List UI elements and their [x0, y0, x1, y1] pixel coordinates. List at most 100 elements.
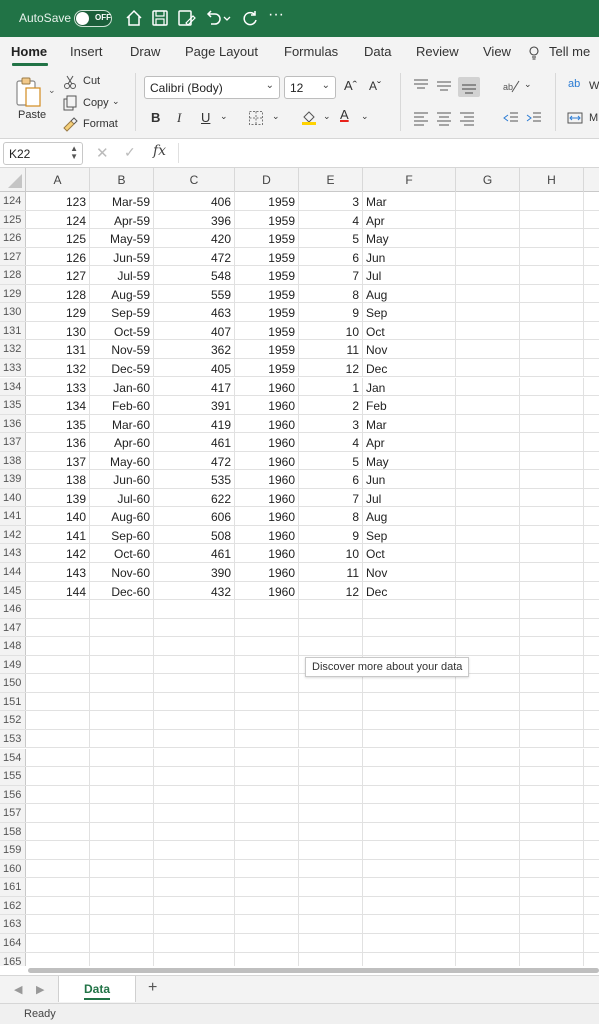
row-header[interactable]: 136	[0, 414, 26, 433]
cell-e[interactable]: 4	[299, 210, 363, 229]
cell-c[interactable]: 622	[154, 488, 235, 507]
cell-d[interactable]	[235, 600, 299, 618]
cell-a[interactable]: 124	[26, 210, 90, 229]
copy-button[interactable]: Copy	[83, 97, 109, 109]
cell-f[interactable]: Sep	[363, 303, 456, 321]
font-color-dropdown-icon[interactable]: ⌄	[361, 111, 369, 122]
merge-center-label[interactable]: M	[589, 112, 598, 124]
copy-icon[interactable]	[62, 95, 78, 111]
cell-c[interactable]	[154, 841, 235, 859]
row-header[interactable]: 130	[0, 303, 26, 321]
cell-i[interactable]	[584, 563, 599, 581]
cell-g[interactable]	[456, 748, 520, 767]
cell-a[interactable]: 140	[26, 507, 90, 525]
row-header[interactable]: 143	[0, 544, 26, 562]
cell-c[interactable]: 419	[154, 414, 235, 433]
cell-a[interactable]	[26, 822, 90, 841]
cell-h[interactable]	[520, 674, 584, 692]
cancel-icon[interactable]: ✕	[96, 144, 109, 162]
cell-a[interactable]	[26, 729, 90, 748]
cell-a[interactable]: 130	[26, 321, 90, 340]
cell-c[interactable]	[154, 952, 235, 966]
cell-f[interactable]	[363, 804, 456, 822]
cell-c[interactable]	[154, 600, 235, 618]
cell-h[interactable]	[520, 284, 584, 303]
undo-icon[interactable]	[203, 8, 223, 28]
cell-b[interactable]	[90, 934, 154, 952]
cell-b[interactable]	[90, 841, 154, 859]
tab-tell-me[interactable]: Tell me	[549, 44, 590, 59]
cell-f[interactable]	[363, 878, 456, 896]
column-header-h[interactable]: H	[520, 168, 584, 192]
cell-b[interactable]	[90, 915, 154, 933]
cell-i[interactable]	[584, 266, 599, 284]
cell-h[interactable]	[520, 229, 584, 247]
name-box[interactable]: K22 ▲ ▼	[3, 142, 83, 165]
cell-e[interactable]	[299, 637, 363, 655]
cell-b[interactable]: Mar-59	[90, 192, 154, 210]
cell-g[interactable]	[456, 377, 520, 396]
cell-b[interactable]	[90, 618, 154, 637]
horizontal-scrollbar[interactable]	[0, 966, 599, 974]
cell-d[interactable]	[235, 859, 299, 878]
cell-a[interactable]	[26, 934, 90, 952]
cell-d[interactable]: 1959	[235, 358, 299, 377]
decrease-indent-icon[interactable]	[502, 110, 520, 126]
row-header[interactable]: 149	[0, 655, 26, 674]
cell-d[interactable]: 1959	[235, 321, 299, 340]
cell-h[interactable]	[520, 396, 584, 414]
align-bottom-icon[interactable]	[458, 77, 480, 97]
paste-icon[interactable]	[14, 76, 44, 108]
cell-i[interactable]	[584, 934, 599, 952]
column-header-d[interactable]: D	[235, 168, 299, 192]
cell-a[interactable]	[26, 637, 90, 655]
cell-h[interactable]	[520, 525, 584, 544]
cell-d[interactable]	[235, 618, 299, 637]
cell-a[interactable]	[26, 711, 90, 729]
cell-f[interactable]: Jun	[363, 247, 456, 266]
cell-a[interactable]	[26, 692, 90, 711]
cell-b[interactable]: Apr-59	[90, 210, 154, 229]
cell-f[interactable]	[363, 952, 456, 966]
cell-f[interactable]: Nov	[363, 340, 456, 358]
cell-g[interactable]	[456, 525, 520, 544]
cell-e[interactable]	[299, 934, 363, 952]
cell-b[interactable]	[90, 748, 154, 767]
row-header[interactable]: 160	[0, 859, 26, 878]
cell-e[interactable]: 12	[299, 358, 363, 377]
cell-d[interactable]: 1959	[235, 340, 299, 358]
cell-h[interactable]	[520, 340, 584, 358]
cell-d[interactable]: 1959	[235, 247, 299, 266]
cell-a[interactable]	[26, 785, 90, 804]
cell-f[interactable]: Feb	[363, 396, 456, 414]
column-header-g[interactable]: G	[456, 168, 520, 192]
cell-e[interactable]	[299, 859, 363, 878]
cell-d[interactable]	[235, 896, 299, 915]
cell-f[interactable]: Apr	[363, 210, 456, 229]
cell-i[interactable]	[584, 433, 599, 451]
name-box-spinner-icon[interactable]: ▲ ▼	[70, 145, 78, 161]
row-header[interactable]: 150	[0, 674, 26, 692]
borders-dropdown-icon[interactable]: ⌄	[272, 111, 280, 122]
cut-icon[interactable]	[62, 74, 78, 90]
cell-h[interactable]	[520, 859, 584, 878]
undo-dropdown-icon[interactable]	[222, 8, 232, 28]
cell-g[interactable]	[456, 822, 520, 841]
cell-h[interactable]	[520, 563, 584, 581]
cell-b[interactable]: Dec-60	[90, 581, 154, 600]
cell-d[interactable]: 1960	[235, 470, 299, 488]
cell-c[interactable]	[154, 859, 235, 878]
cell-c[interactable]: 508	[154, 525, 235, 544]
cell-b[interactable]	[90, 655, 154, 674]
cell-h[interactable]	[520, 414, 584, 433]
cell-i[interactable]	[584, 674, 599, 692]
copy-dropdown-icon[interactable]: ⌄	[112, 96, 120, 107]
cell-i[interactable]	[584, 396, 599, 414]
cell-g[interactable]	[456, 340, 520, 358]
cell-a[interactable]: 142	[26, 544, 90, 562]
cell-h[interactable]	[520, 934, 584, 952]
cell-h[interactable]	[520, 581, 584, 600]
cell-f[interactable]: Jul	[363, 266, 456, 284]
cell-h[interactable]	[520, 767, 584, 785]
cell-f[interactable]: Oct	[363, 321, 456, 340]
